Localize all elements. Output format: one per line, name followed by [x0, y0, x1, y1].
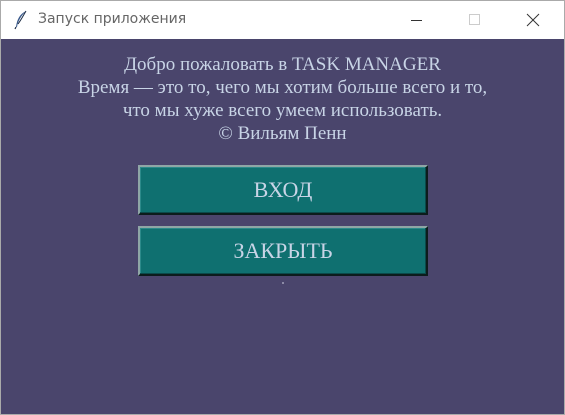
- quote-author: © Вильям Пенн: [218, 123, 347, 144]
- app-window: Запуск приложения Добро пожаловать в TAS…: [0, 0, 565, 415]
- quote-line-2: что мы хуже всего умеем использовать.: [122, 100, 443, 121]
- feather-icon: [13, 10, 29, 30]
- welcome-text: Добро пожаловать в TASK MANAGER Время — …: [1, 53, 564, 145]
- maximize-icon: [469, 14, 481, 26]
- minimize-button[interactable]: [394, 1, 440, 39]
- window-title: Запуск приложения: [38, 11, 187, 27]
- close-window-button[interactable]: [510, 1, 556, 39]
- close-button[interactable]: ЗАКРЫТЬ: [138, 226, 428, 276]
- quote-line-1: Время — это то, чего мы хотим больше все…: [77, 77, 488, 98]
- login-button[interactable]: ВХОД: [138, 165, 428, 215]
- main-content: Добро пожаловать в TASK MANAGER Время — …: [1, 39, 564, 414]
- close-icon: [526, 13, 540, 27]
- title-bar[interactable]: Запуск приложения: [1, 1, 564, 39]
- maximize-button[interactable]: [452, 1, 498, 39]
- minimize-icon: [411, 14, 423, 26]
- stray-dot: [282, 282, 284, 284]
- welcome-heading: Добро пожаловать в TASK MANAGER: [124, 54, 441, 75]
